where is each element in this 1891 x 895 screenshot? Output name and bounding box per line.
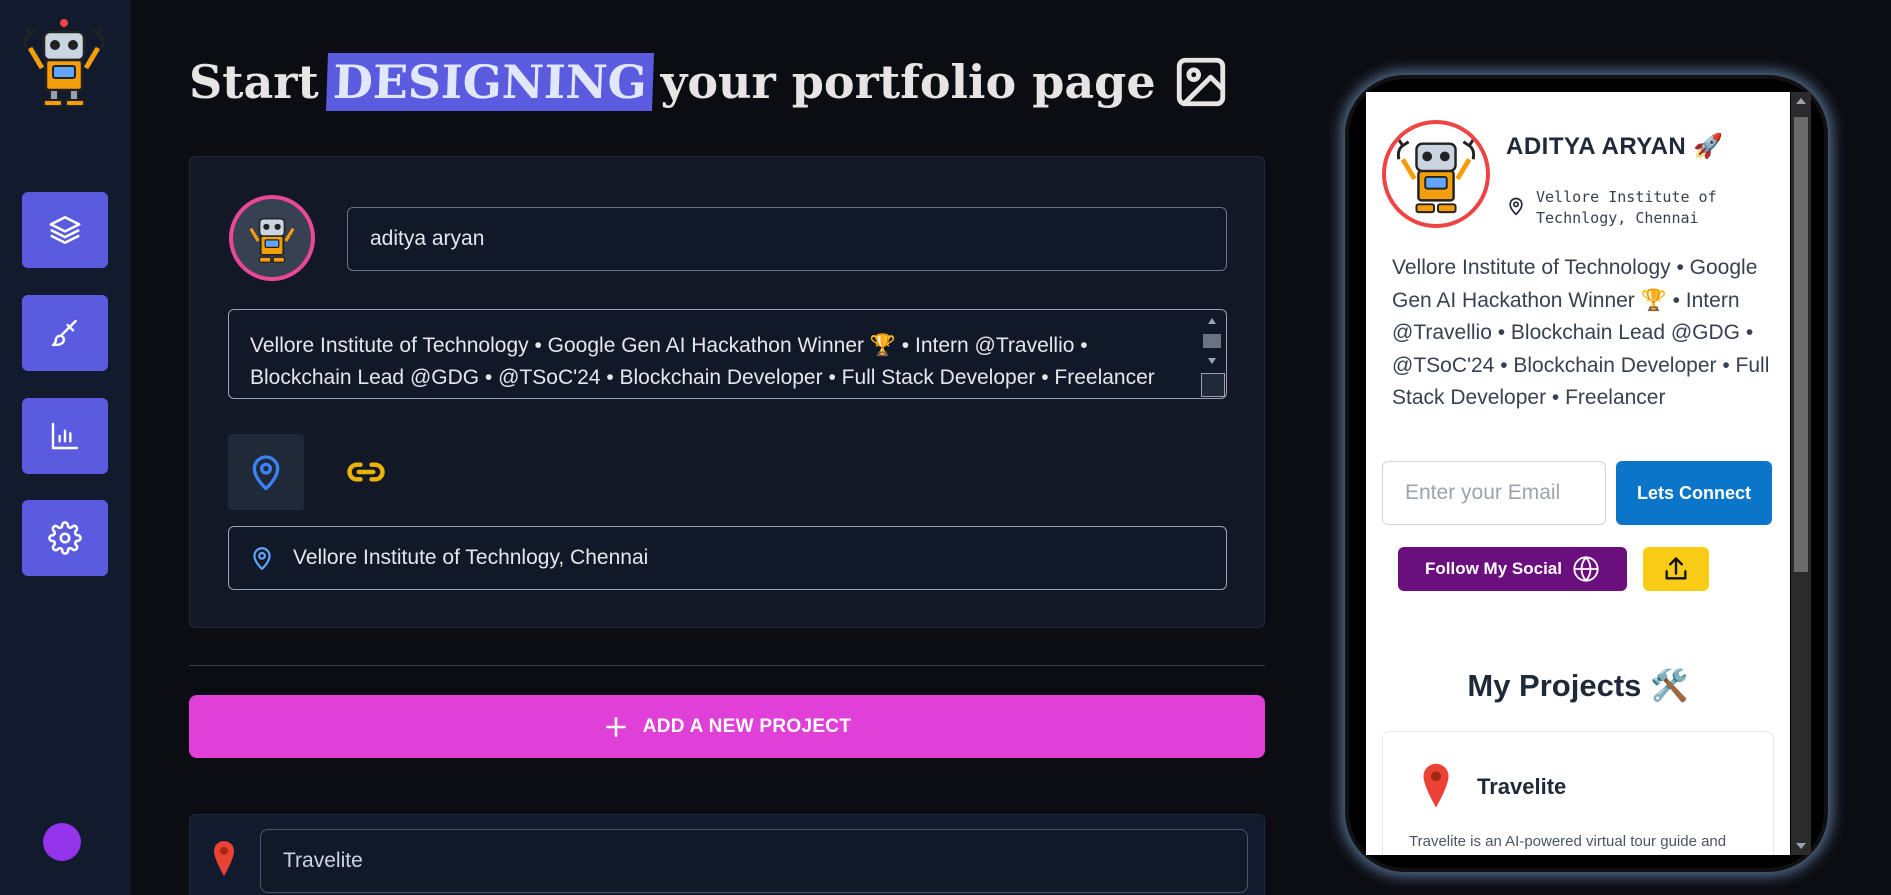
preview-location: Vellore Institute of Technlogy, Chennai <box>1506 187 1736 229</box>
preview-location-text: Vellore Institute of Technlogy, Chennai <box>1536 188 1717 227</box>
share-icon <box>1665 557 1687 580</box>
name-input[interactable]: aditya aryan <box>347 207 1227 271</box>
follow-social-label: Follow My Social <box>1425 559 1562 578</box>
sidebar-item-layers[interactable] <box>22 192 108 268</box>
sidebar-item-settings[interactable] <box>22 500 108 576</box>
brush-icon <box>51 319 77 347</box>
location-value: Vellore Institute of Technlogy, Chennai <box>293 546 649 569</box>
textarea-resize-handle[interactable] <box>1201 373 1225 397</box>
preview-scrollbar[interactable] <box>1791 92 1811 855</box>
sidebar-item-design[interactable] <box>22 295 108 371</box>
project-pin-icon <box>212 839 236 882</box>
project-name-input[interactable]: Travelite <box>260 829 1248 893</box>
preview-screen[interactable]: ADITYA ARYAN 🚀 Vellore Institute of Tech… <box>1366 92 1790 855</box>
robot-logo-icon <box>20 18 108 108</box>
connect-button[interactable]: Lets Connect <box>1616 461 1772 525</box>
preview-name: ADITYA ARYAN 🚀 <box>1506 133 1724 160</box>
preview-project-card[interactable]: Travelite Travelite is an AI-powered vir… <box>1382 731 1774 855</box>
bio-textarea[interactable]: Vellore Institute of Technology • Google… <box>228 309 1227 399</box>
project-editor-card: Travelite <box>189 814 1265 895</box>
bar-chart-icon <box>51 422 79 450</box>
title-highlight: DESIGNING <box>325 53 654 111</box>
robot-avatar-icon <box>249 217 295 263</box>
globe-icon <box>1573 556 1599 582</box>
title-start: Start <box>189 55 319 109</box>
robot-avatar-icon <box>1396 138 1476 214</box>
phone-preview: ADITYA ARYAN 🚀 Vellore Institute of Tech… <box>1345 75 1828 872</box>
add-project-label: ADD A NEW PROJECT <box>642 715 852 737</box>
user-avatar[interactable] <box>43 823 81 861</box>
preview-project-description: Travelite is an AI-powered virtual tour … <box>1409 833 1727 855</box>
profile-picture-upload[interactable] <box>229 195 315 281</box>
share-button[interactable] <box>1643 547 1709 591</box>
preview-scroll-thumb[interactable] <box>1794 117 1808 572</box>
image-icon <box>1176 57 1225 107</box>
location-input[interactable]: Vellore Institute of Technlogy, Chennai <box>228 526 1227 590</box>
projects-heading: My Projects 🛠️ <box>1467 668 1689 703</box>
sidebar-item-analytics[interactable] <box>22 398 108 474</box>
section-divider <box>189 665 1265 666</box>
preview-avatar <box>1382 120 1490 228</box>
bio-text: Vellore Institute of Technology • Google… <box>250 334 1155 389</box>
preview-project-name: Travelite <box>1477 774 1567 799</box>
follow-social-button[interactable]: Follow My Social <box>1398 547 1627 591</box>
title-rest: your portfolio page <box>660 55 1156 109</box>
sidebar <box>0 0 131 895</box>
tab-link[interactable] <box>328 434 404 510</box>
map-pin-icon <box>1421 760 1451 815</box>
layers-icon <box>49 215 81 245</box>
profile-editor-card: aditya aryan Vellore Institute of Techno… <box>189 156 1265 628</box>
email-input[interactable]: Enter your Email <box>1382 461 1606 525</box>
link-icon <box>347 462 385 482</box>
add-project-button[interactable]: ADD A NEW PROJECT <box>189 695 1265 758</box>
map-pin-icon <box>252 455 280 491</box>
map-pin-icon <box>1509 197 1523 216</box>
tab-location[interactable] <box>228 434 304 510</box>
preview-bio: Vellore Institute of Technology • Google… <box>1392 256 1770 409</box>
page-title: Start DESIGNING your portfolio page <box>189 42 1230 122</box>
gear-icon <box>48 521 82 555</box>
plus-icon <box>605 716 626 737</box>
map-pin-icon <box>253 547 271 570</box>
